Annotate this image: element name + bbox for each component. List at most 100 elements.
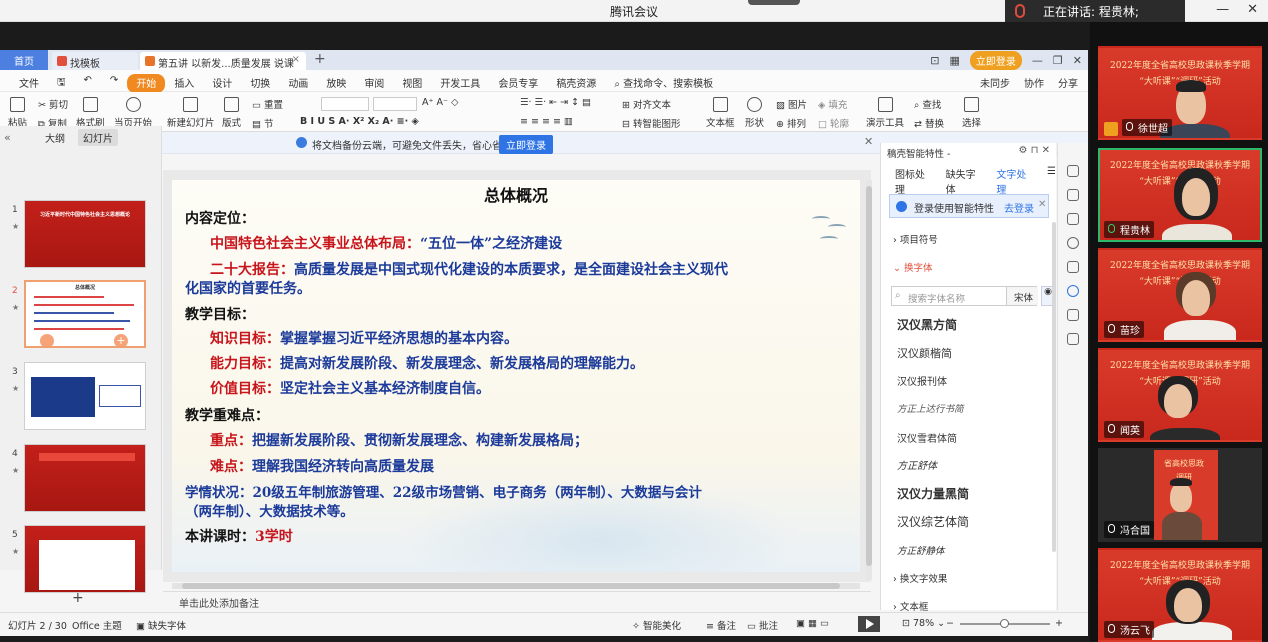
participant-video[interactable]: 省高校思政 调研 冯合国 bbox=[1098, 448, 1262, 542]
font-option[interactable]: 汉仪力量黑简 bbox=[897, 485, 969, 502]
tab-slides[interactable]: 幻灯片 bbox=[78, 129, 118, 146]
add-slide-icon[interactable]: + bbox=[114, 334, 128, 346]
copy-icon[interactable] bbox=[1067, 213, 1079, 225]
collapse-panel-icon[interactable]: « bbox=[4, 131, 11, 144]
menu-developer[interactable]: 开发工具 bbox=[431, 74, 489, 93]
zoom-slider[interactable] bbox=[960, 619, 1050, 628]
slide-thumbnail-2[interactable]: 总体概况 + bbox=[24, 280, 146, 348]
smart-beautify-button[interactable]: ✧ 智能美化 bbox=[632, 618, 681, 632]
slide-thumbnail-4[interactable] bbox=[24, 444, 146, 512]
help-icon[interactable] bbox=[1067, 237, 1079, 249]
login-button[interactable]: 立即登录 bbox=[969, 51, 1022, 70]
minimize-icon[interactable]: — bbox=[1216, 2, 1229, 17]
pin-icon[interactable]: ⊓ bbox=[1031, 145, 1039, 156]
align-text-button[interactable]: ⊞ 对齐文本 bbox=[622, 97, 671, 111]
participant-video[interactable]: 2022年度全省高校思政课秋季学期 “大听课”“调研”活动 汤云飞 bbox=[1098, 548, 1262, 642]
slide-thumbnail-1[interactable]: 习近平新时代中国特色社会主义思想概论 bbox=[24, 200, 146, 268]
comments-toggle[interactable]: ▭ 批注 bbox=[747, 618, 778, 632]
list-buttons[interactable]: ☰· ☰· ⇤ ⇥ ↕ ▤ bbox=[520, 97, 591, 108]
sliders-icon[interactable] bbox=[1067, 165, 1079, 177]
arrange-button[interactable]: ⊕ 排列 bbox=[776, 116, 806, 130]
close-icon[interactable]: ✕ bbox=[1042, 145, 1050, 156]
undo-icon[interactable]: ↶ bbox=[75, 74, 101, 93]
close-icon[interactable]: ✕ bbox=[1073, 54, 1082, 67]
tab-home[interactable]: 首页 bbox=[0, 50, 48, 70]
font-option[interactable]: 汉仪黑方简 bbox=[897, 316, 957, 333]
zoom-level[interactable]: ⊡ 78% ⌄ bbox=[902, 618, 945, 629]
shape-button[interactable]: 形状 bbox=[745, 97, 764, 129]
select-button[interactable]: 选择 bbox=[962, 97, 981, 129]
font-family-select[interactable] bbox=[321, 97, 369, 111]
font-grow-icon[interactable]: A⁺ A⁻ ◇ bbox=[422, 97, 458, 108]
outline-button[interactable]: □ 轮廓 bbox=[818, 116, 849, 130]
replace-button[interactable]: ⇄ 替换 bbox=[914, 116, 944, 130]
menu-file[interactable]: 文件 bbox=[10, 74, 48, 93]
section-replace-font[interactable]: ⌄ 换字体 bbox=[893, 260, 933, 274]
font-option[interactable]: 汉仪颜楷简 bbox=[897, 345, 952, 361]
new-tab-button[interactable]: + bbox=[314, 51, 326, 67]
slide-vertical-scrollbar[interactable] bbox=[866, 180, 872, 580]
menu-insert[interactable]: 插入 bbox=[165, 74, 203, 93]
paste-button[interactable]: 粘贴 bbox=[8, 97, 27, 129]
close-tab-icon[interactable]: × bbox=[292, 54, 300, 65]
play-icon[interactable] bbox=[40, 334, 54, 346]
layout-button[interactable]: 版式 bbox=[222, 97, 241, 129]
panel-title[interactable]: 稿壳智能特性 - bbox=[887, 146, 950, 160]
grid-icon[interactable]: ▦ bbox=[950, 54, 960, 67]
picture-button[interactable]: ▨ 图片 bbox=[776, 97, 807, 111]
minimize-icon[interactable]: — bbox=[1032, 54, 1043, 67]
book-icon[interactable] bbox=[1067, 309, 1079, 321]
slide-horizontal-scrollbar[interactable] bbox=[172, 583, 860, 589]
menu-design[interactable]: 设计 bbox=[203, 74, 241, 93]
textbox-button[interactable]: 文本框 bbox=[706, 97, 735, 129]
notification-login-button[interactable]: 立即登录 bbox=[499, 135, 553, 154]
participant-video[interactable]: 2022年度全省高校思政课秋季学期 “大听课”“调研”活动 徐世超 bbox=[1098, 46, 1262, 140]
format-painter-button[interactable]: 格式刷 bbox=[76, 97, 105, 129]
zoom-in-icon[interactable]: + bbox=[1055, 618, 1063, 629]
add-slide-button[interactable]: + bbox=[72, 590, 84, 606]
menu-review[interactable]: 审阅 bbox=[355, 74, 393, 93]
menu-view[interactable]: 视图 bbox=[393, 74, 431, 93]
panel-scrollbar[interactable] bbox=[1052, 222, 1056, 552]
share-button[interactable]: 分享 bbox=[1058, 75, 1078, 90]
font-option[interactable]: 汉仪综艺体简 bbox=[897, 513, 969, 530]
restore-icon[interactable]: ❐ bbox=[1053, 54, 1063, 67]
new-slide-button[interactable]: 新建幻灯片 bbox=[167, 97, 215, 129]
font-option[interactable]: 汉仪雪君体简 bbox=[897, 430, 957, 445]
slideshow-play-button[interactable] bbox=[858, 616, 880, 632]
save-icon[interactable]: 🖫 bbox=[48, 74, 75, 93]
menu-transition[interactable]: 切换 bbox=[241, 74, 279, 93]
section-textbox[interactable]: › 文本框 bbox=[893, 599, 928, 613]
cut-button[interactable]: ✂ 剪切 bbox=[38, 97, 68, 111]
sync-status[interactable]: 未同步 bbox=[980, 75, 1010, 90]
close-icon[interactable]: ✕ bbox=[1247, 2, 1258, 17]
current-slide[interactable]: 总体概况 内容定位： 中国特色社会主义事业总体布局：“五位一体”之经济建设 二十… bbox=[172, 180, 860, 572]
reset-button[interactable]: ▭ 重置 bbox=[252, 97, 283, 111]
star-icon[interactable] bbox=[1067, 189, 1079, 201]
image-icon[interactable] bbox=[1067, 261, 1079, 273]
section-text-effect[interactable]: › 换文字效果 bbox=[893, 571, 947, 585]
menu-slideshow[interactable]: 放映 bbox=[317, 74, 355, 93]
zoom-out-icon[interactable]: − bbox=[946, 618, 954, 629]
close-icon[interactable]: ✕ bbox=[1038, 199, 1046, 210]
font-option[interactable]: 方正上达行书简 bbox=[897, 401, 964, 415]
font-scope-select[interactable]: 宋体 bbox=[1006, 287, 1038, 305]
font-option[interactable]: 汉仪报刊体 bbox=[897, 373, 947, 388]
participant-video[interactable]: 2022年度全省高校思政课秋季学期 “大听课”“调研”活动 闻英 bbox=[1098, 348, 1262, 442]
close-notification-icon[interactable]: ✕ bbox=[864, 135, 873, 148]
tab-document[interactable]: 第五讲 以新发...质量发展 说课 × bbox=[140, 52, 306, 70]
font-search-input[interactable]: ⌕ 搜索字体名称 宋体 bbox=[891, 286, 1038, 306]
participant-video[interactable]: 2022年度全省高校思政课秋季学期 “大听课”“调研”活动 程贵林 bbox=[1098, 148, 1262, 242]
section-bullets[interactable]: › 项目符号 bbox=[893, 232, 938, 246]
find-button[interactable]: ⌕ 查找 bbox=[914, 97, 941, 111]
redo-icon[interactable]: ↷ bbox=[101, 74, 127, 93]
font-size-select[interactable] bbox=[373, 97, 417, 111]
menu-animation[interactable]: 动画 bbox=[279, 74, 317, 93]
view-buttons[interactable]: ▣ ▦ ▭ bbox=[796, 618, 829, 629]
convert-smartart-button[interactable]: ⊟ 转智能图形 bbox=[622, 116, 681, 130]
gear-icon[interactable]: ⚙ bbox=[1018, 145, 1027, 156]
tab-outline[interactable]: 大纲 bbox=[40, 129, 70, 146]
font-tool-icon[interactable] bbox=[1067, 285, 1079, 297]
section-button[interactable]: ▤ 节 bbox=[252, 116, 274, 130]
slide-thumbnail-5[interactable] bbox=[24, 525, 146, 593]
